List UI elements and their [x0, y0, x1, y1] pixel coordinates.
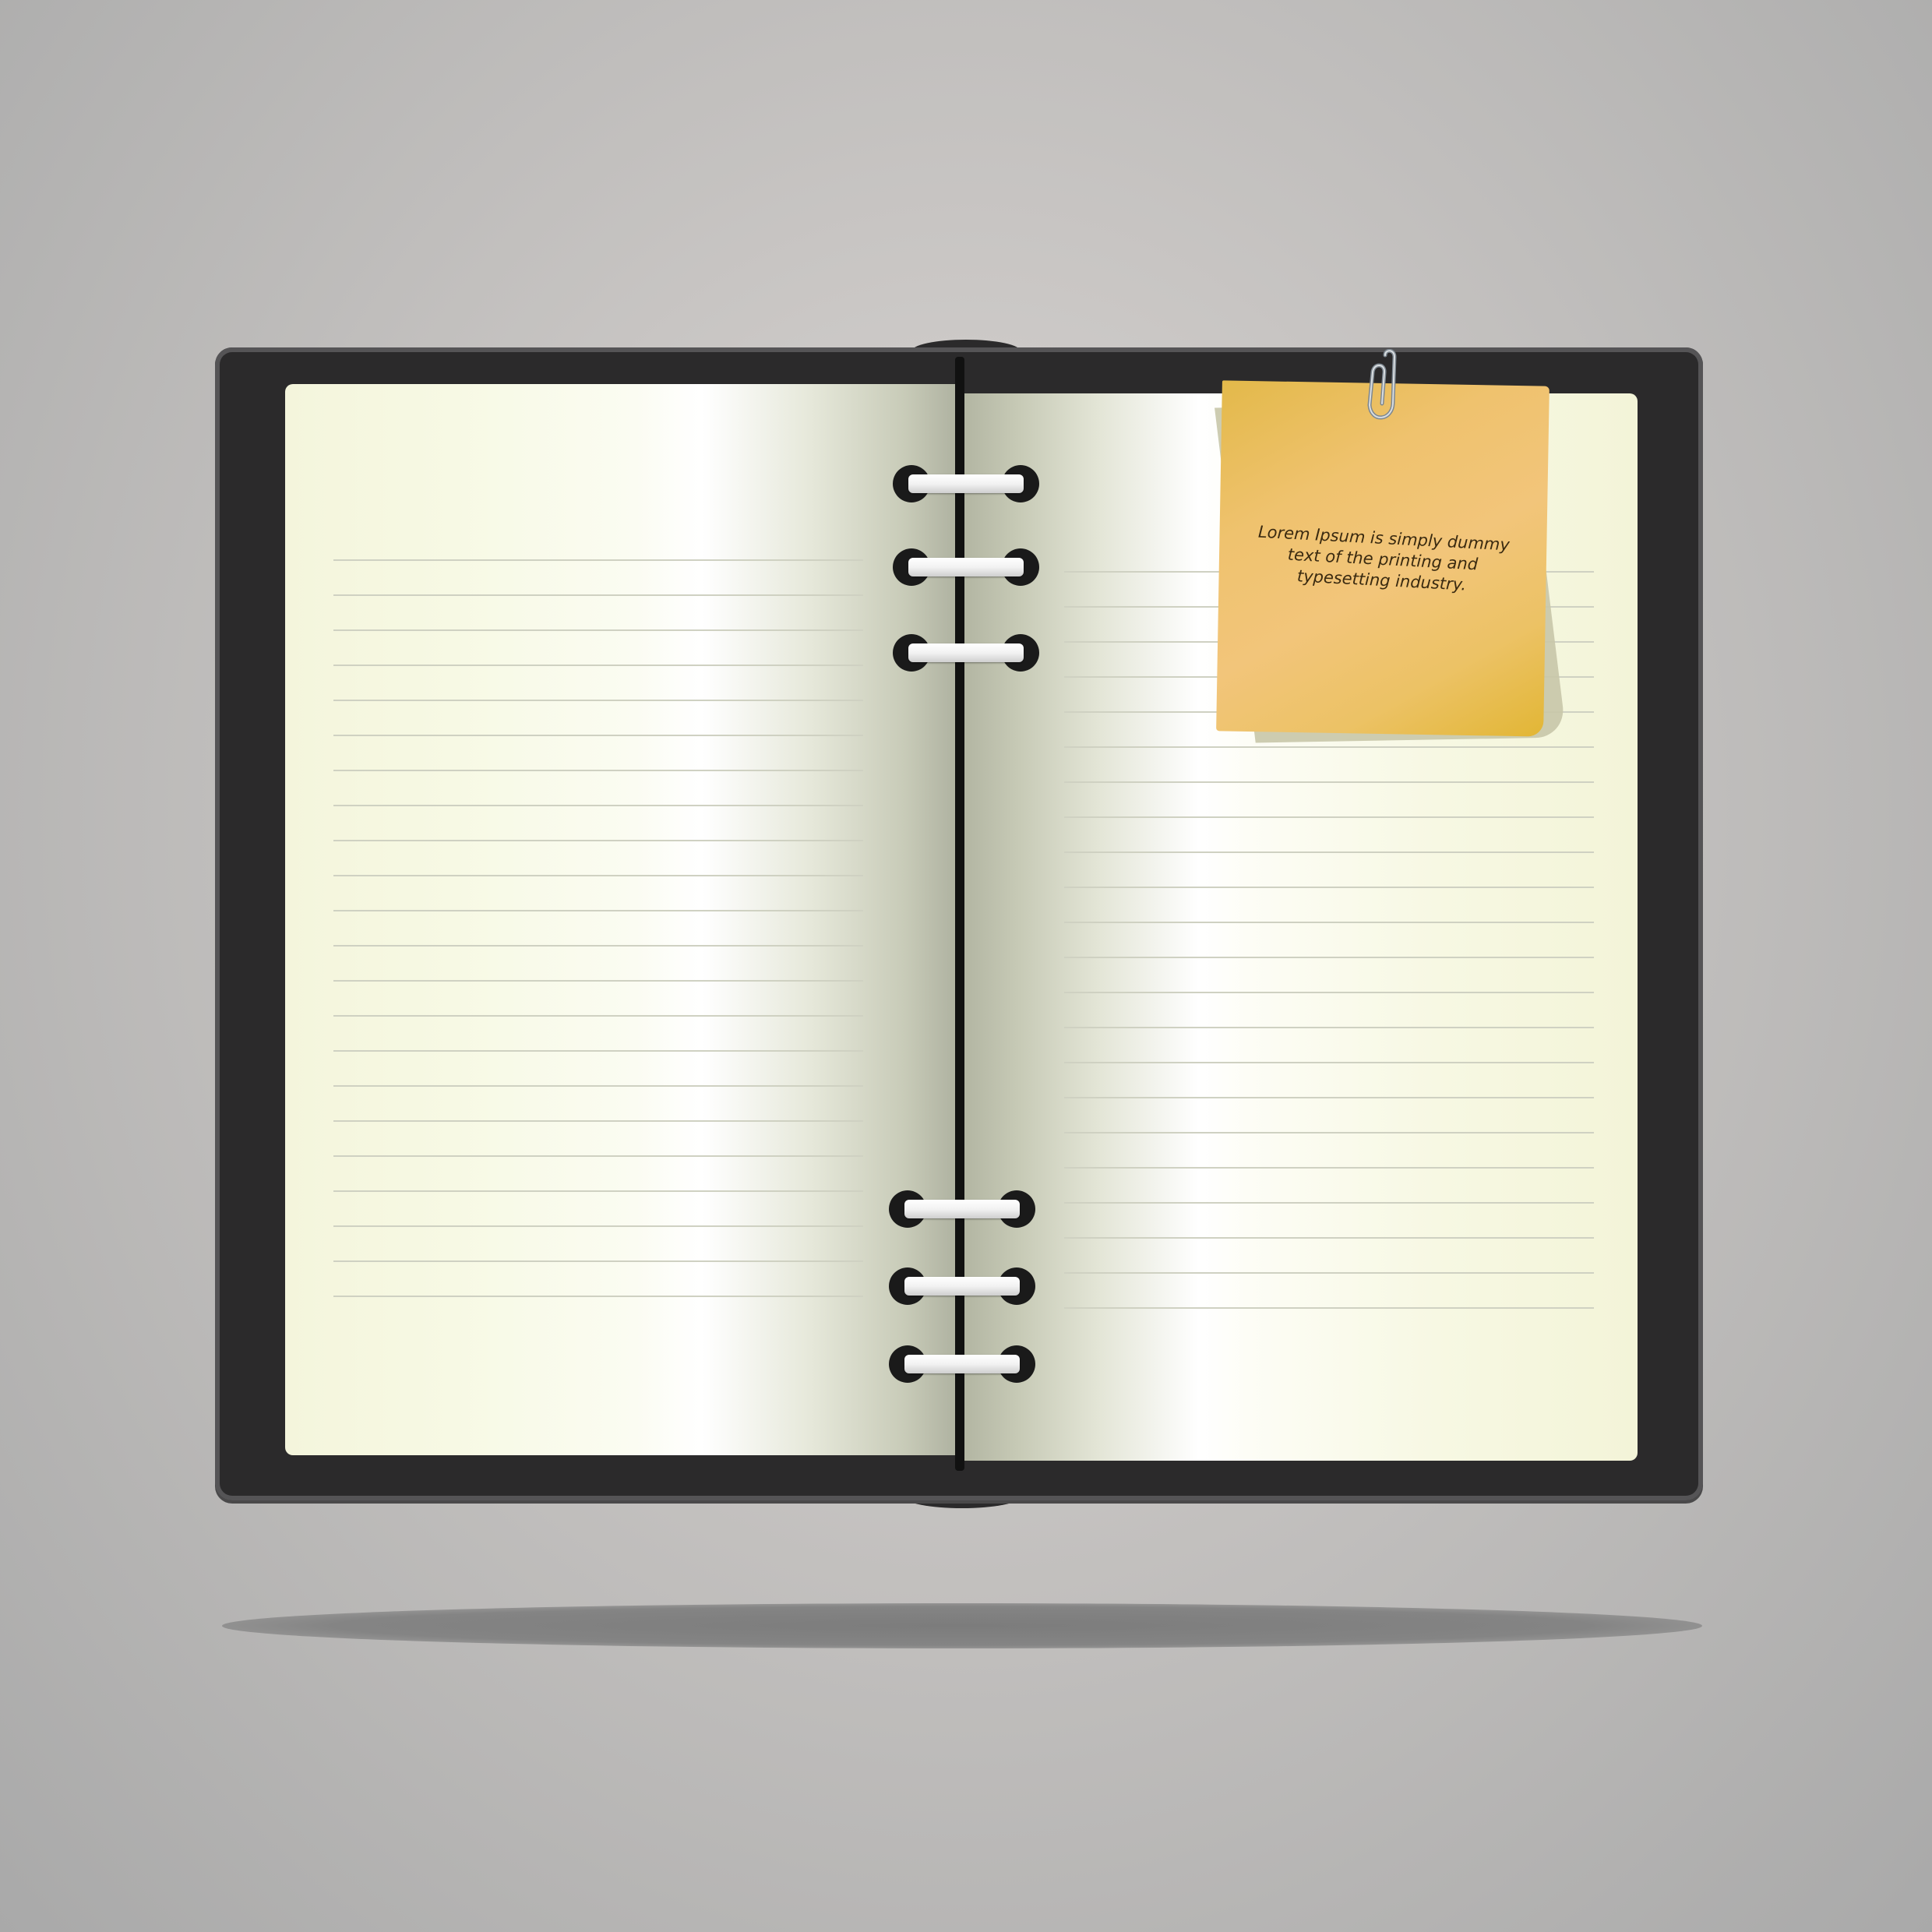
ring-bar: [908, 474, 1024, 493]
ring-bar: [904, 1200, 1020, 1218]
binder-ring: [889, 1267, 1035, 1305]
paperclip-icon: [1367, 349, 1397, 420]
left-page: [285, 384, 958, 1455]
sticky-note-text: Lorem Ipsum is simply dummy text of the …: [1257, 522, 1511, 594]
binder-ring: [889, 1190, 1035, 1228]
notebook-scene: Lorem Ipsum is simply dummy text of the …: [0, 0, 1932, 1932]
binder-ring: [893, 634, 1039, 672]
binder-ring: [889, 1345, 1035, 1383]
left-page-lines: [333, 526, 863, 1328]
binder-ring: [893, 548, 1039, 586]
ring-bar: [908, 643, 1024, 662]
ring-bar: [904, 1277, 1020, 1296]
ring-bar: [904, 1355, 1020, 1373]
binder-ring: [893, 465, 1039, 502]
ring-bar: [908, 558, 1024, 576]
notebook-shadow: [222, 1603, 1702, 1648]
